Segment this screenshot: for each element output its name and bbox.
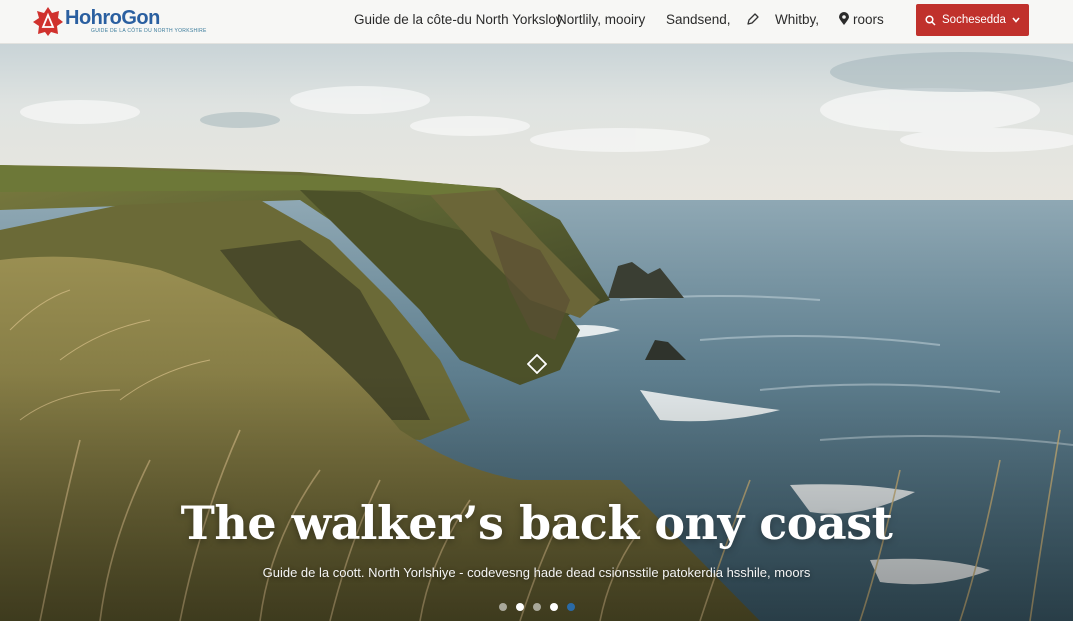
pencil-icon[interactable] bbox=[746, 12, 760, 26]
brand-logo[interactable]: HohroGon GUIDE DE LA CÔTE DU NORTH YORKS… bbox=[33, 4, 206, 40]
brand-tagline: GUIDE DE LA CÔTE DU NORTH YORKSHIRE bbox=[91, 28, 207, 34]
carousel-dot[interactable] bbox=[532, 603, 541, 611]
location-pin-icon[interactable] bbox=[838, 12, 850, 26]
nav-item-guide[interactable]: Guide de la côte-du North Yorksloy bbox=[354, 12, 563, 27]
hero-title: The walker’s back ony coast bbox=[180, 496, 893, 550]
carousel-dot[interactable] bbox=[515, 603, 524, 611]
carousel-pagination bbox=[0, 603, 1073, 613]
nav-item-moors[interactable]: roors bbox=[853, 12, 884, 27]
search-button[interactable]: Sochesedda bbox=[916, 4, 1029, 36]
top-navigation-bar: HohroGon GUIDE DE LA CÔTE DU NORTH YORKS… bbox=[0, 0, 1073, 44]
carousel-dot-active[interactable] bbox=[566, 603, 575, 611]
chevron-down-icon bbox=[1012, 17, 1020, 23]
nav-item-northern-moors[interactable]: Nortlily, mooiry bbox=[557, 12, 645, 27]
logo-badge-icon bbox=[33, 7, 63, 36]
carousel-dot[interactable] bbox=[549, 603, 558, 611]
nav-item-whitby[interactable]: Whitby, bbox=[775, 12, 819, 27]
carousel-dot[interactable] bbox=[498, 603, 507, 611]
nav-item-sandsend[interactable]: Sandsend, bbox=[666, 12, 731, 27]
search-icon bbox=[925, 14, 936, 26]
search-button-label: Sochesedda bbox=[942, 14, 1006, 26]
brand-name: HohroGon bbox=[65, 7, 160, 29]
map-marker-diamond-icon[interactable] bbox=[527, 354, 547, 374]
hero-subtitle: Guide de la coott. North Yorlshiye - cod… bbox=[262, 565, 811, 580]
